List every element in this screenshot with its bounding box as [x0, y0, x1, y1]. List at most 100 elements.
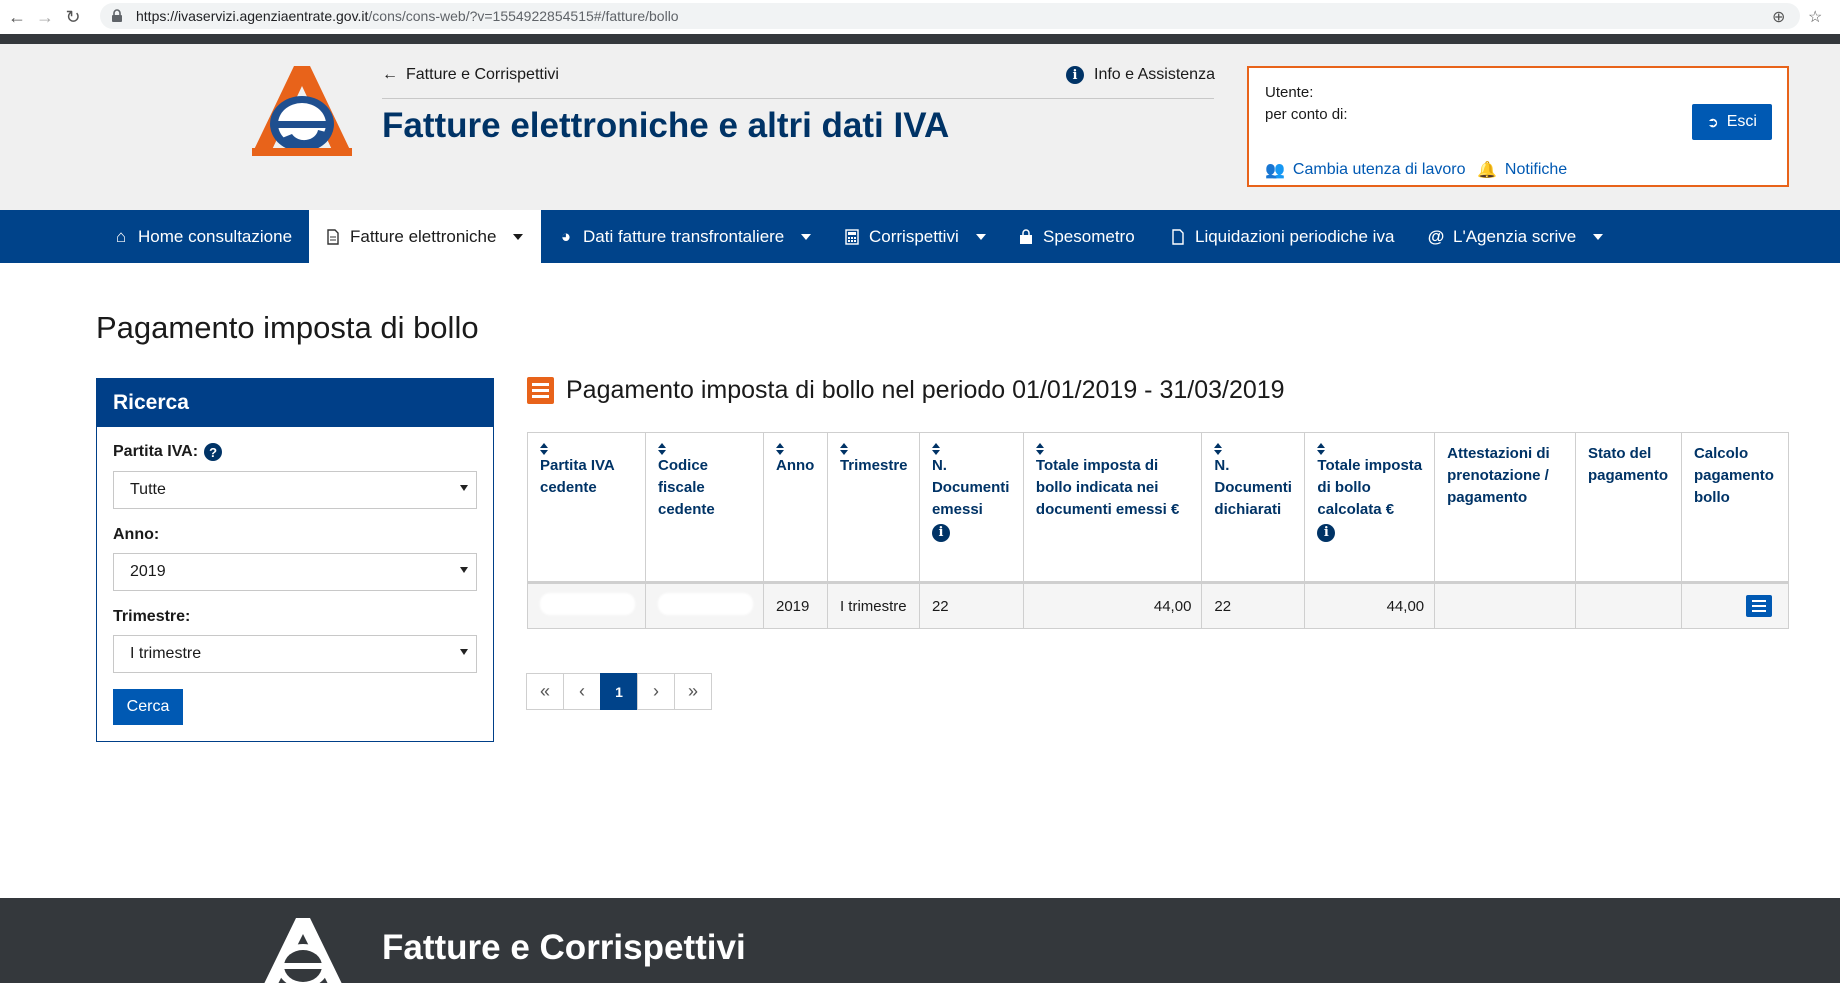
pagination: « ‹ 1 › »: [526, 673, 712, 710]
calcolo-pagamento-button[interactable]: [1746, 595, 1772, 617]
column-header-label: Partita IVA cedente: [540, 457, 615, 496]
site-title: Fatture elettroniche e altri dati IVA: [382, 106, 950, 145]
chevron-down-icon: [460, 649, 468, 655]
page-button-current[interactable]: 1: [600, 673, 638, 710]
nav-corrispettivi[interactable]: Corrispettivi: [844, 210, 986, 263]
info-icon[interactable]: i: [931, 524, 950, 542]
next-page-button[interactable]: ›: [637, 673, 675, 710]
bell-icon: 🔔: [1477, 162, 1497, 179]
sort-icon: [776, 443, 784, 455]
nav-liquidazioni[interactable]: Liquidazioni periodiche iva: [1170, 210, 1394, 263]
site-footer: Fatture e Corrispettivi: [0, 898, 1840, 983]
column-header-totale-indicata[interactable]: Totale imposta di bollo indicata nei doc…: [1022, 432, 1203, 584]
user-box: Utente: per conto di: ➲ Esci 👥 Cambia ut…: [1247, 66, 1789, 187]
zoom-icon[interactable]: ⊕: [1772, 7, 1785, 27]
column-header-label: Attestazioni di prenotazione / pagamento: [1447, 445, 1550, 506]
column-header-n-documenti-dichiarati[interactable]: N. Documenti dichiarati: [1201, 432, 1306, 584]
nav-home[interactable]: ⌂ Home consultazione: [98, 210, 308, 263]
sort-icon: [1317, 443, 1326, 455]
sort-icon: [931, 443, 940, 455]
results-heading-text: Pagamento imposta di bollo nel periodo 0…: [566, 376, 1285, 404]
url-path: /cons/cons-web/?v=1554922854515#/fatture…: [368, 8, 679, 24]
logout-label: Esci: [1726, 113, 1757, 130]
chevron-down-icon: [975, 233, 986, 240]
first-page-button[interactable]: «: [526, 673, 564, 710]
column-header-codice-fiscale[interactable]: Codice fiscale cedente: [645, 432, 764, 584]
back-to-fatture-link[interactable]: ← Fatture e Corrispettivi: [382, 66, 559, 84]
bookmark-star-icon[interactable]: ☆: [1808, 7, 1822, 27]
nav-liquidazioni-label: Liquidazioni periodiche iva: [1195, 226, 1395, 246]
anno-label: Anno:: [113, 526, 160, 543]
column-header-n-documenti-emessi[interactable]: N. Documenti emessi i: [918, 432, 1024, 584]
column-header-stato-pagamento: Stato del pagamento: [1574, 432, 1682, 584]
logout-button[interactable]: ➲ Esci: [1692, 104, 1772, 140]
cell-partita-iva: [527, 582, 646, 629]
previous-page-button[interactable]: ‹: [563, 673, 601, 710]
file-icon: [1172, 228, 1184, 245]
calculator-icon: [845, 228, 859, 245]
column-header-label: Totale imposta di bollo calcolata €: [1317, 457, 1423, 518]
at-icon: @: [1427, 226, 1445, 246]
sort-icon: [839, 443, 848, 455]
footer-title: Fatture e Corrispettivi: [382, 928, 746, 967]
notifications-link[interactable]: 🔔 Notifiche: [1477, 160, 1567, 180]
column-header-trimestre[interactable]: Trimestre: [826, 432, 920, 584]
change-user-link[interactable]: 👥 Cambia utenza di lavoro: [1265, 160, 1465, 180]
user-label: Utente:: [1265, 84, 1314, 101]
last-page-button[interactable]: »: [674, 673, 712, 710]
trimestre-selected: I trimestre: [130, 645, 202, 662]
chevron-down-icon: [801, 233, 812, 240]
url-host: https://ivaservizi.agenziaentrate.gov.it: [136, 8, 369, 24]
anno-select[interactable]: 2019: [113, 553, 477, 591]
partita-iva-label: Partita IVA: ?: [113, 443, 223, 461]
search-button[interactable]: Cerca: [113, 689, 183, 725]
column-header-totale-calcolata[interactable]: Totale imposta di bollo calcolata € i: [1304, 432, 1436, 584]
trimestre-label: Trimestre:: [113, 608, 191, 625]
nav-agenzia-label: L'Agenzia scrive: [1453, 226, 1577, 246]
arrow-left-icon: ←: [382, 66, 398, 83]
agenzia-entrate-logo-icon[interactable]: [252, 66, 352, 158]
address-bar[interactable]: https://ivaservizi.agenziaentrate.gov.it…: [100, 3, 1800, 29]
column-header-partita-iva[interactable]: Partita IVA cedente: [527, 432, 646, 584]
search-panel: Ricerca Partita IVA: ? Tutte Anno: 2019 …: [96, 378, 494, 742]
info-assistenza-link[interactable]: i Info e Assistenza: [1066, 66, 1215, 84]
column-header-label: Totale imposta di bollo indicata nei doc…: [1035, 457, 1180, 518]
anno-selected: 2019: [130, 563, 166, 580]
nav-transfrontaliere[interactable]: ◕ Dati fatture transfrontaliere: [558, 210, 812, 263]
nav-spesometro-label: Spesometro: [1043, 226, 1135, 246]
back-link-label: Fatture e Corrispettivi: [406, 66, 559, 83]
column-header-label: N. Documenti emessi: [931, 457, 1010, 518]
column-header-anno[interactable]: Anno: [763, 432, 828, 584]
browser-toolbar: ← → ↻ https://ivaservizi.agenziaentrate.…: [0, 0, 1840, 34]
partita-iva-selected: Tutte: [130, 481, 166, 498]
list-icon: [527, 377, 554, 404]
question-circle-icon[interactable]: ?: [204, 443, 223, 461]
partita-iva-label-text: Partita IVA:: [113, 443, 199, 460]
nav-agenzia-scrive[interactable]: @ L'Agenzia scrive: [1427, 210, 1604, 263]
cell-totale-indicata: 44,00: [1022, 582, 1203, 629]
cell-calcolo-pagamento: [1680, 582, 1790, 629]
info-icon: i: [1066, 66, 1084, 84]
agenzia-entrate-logo-icon: [264, 918, 342, 983]
sort-icon: [1035, 443, 1044, 455]
nav-fatture-elettroniche[interactable]: Fatture elettroniche: [309, 210, 541, 263]
cell-n-documenti-dichiarati: 22: [1201, 582, 1306, 629]
chevron-down-icon: [460, 567, 468, 573]
cell-n-documenti-emessi: 22: [918, 582, 1024, 629]
sort-icon: [1214, 443, 1223, 455]
nav-spesometro[interactable]: Spesometro: [1018, 210, 1135, 263]
notifications-label: Notifiche: [1504, 161, 1568, 178]
back-arrow-icon[interactable]: ←: [6, 6, 28, 28]
reload-icon[interactable]: ↻: [62, 6, 84, 28]
lock-icon: [112, 9, 122, 22]
trimestre-select[interactable]: I trimestre: [113, 635, 477, 673]
shopping-bag-icon: [1020, 228, 1032, 244]
cell-attestazioni: [1434, 582, 1576, 629]
forward-arrow-icon[interactable]: →: [34, 6, 56, 28]
partita-iva-select[interactable]: Tutte: [113, 471, 477, 509]
main-nav: ⌂ Home consultazione Fatture elettronich…: [0, 210, 1840, 263]
nav-home-label: Home consultazione: [138, 226, 293, 246]
info-icon[interactable]: i: [1317, 524, 1336, 542]
sign-out-icon: ➲: [1707, 113, 1719, 130]
column-header-attestazioni: Attestazioni di prenotazione / pagamento: [1434, 432, 1576, 584]
